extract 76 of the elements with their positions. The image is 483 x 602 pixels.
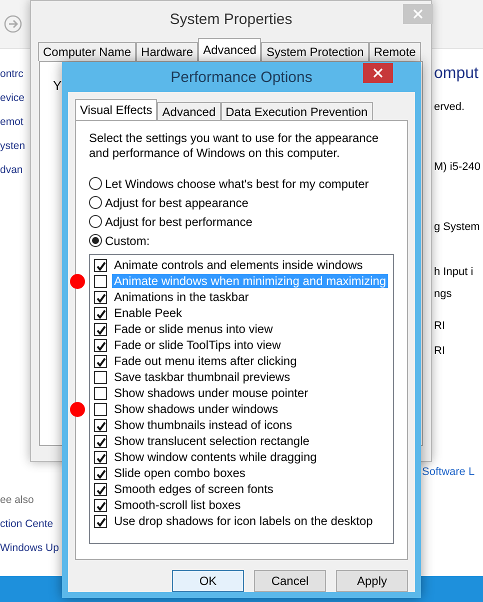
sidebar-link[interactable]: ysten	[0, 137, 26, 155]
effect-label[interactable]: Show thumbnails instead of icons	[112, 418, 294, 432]
radio-label[interactable]: Adjust for best performance	[105, 214, 252, 228]
checkbox[interactable]	[94, 290, 107, 304]
effect-label[interactable]: Show shadows under mouse pointer	[112, 386, 310, 400]
dialog-title: Performance Options	[170, 68, 312, 86]
info-text: h Input i	[434, 266, 474, 278]
description-text: Select the settings you want to use for the appearance and performance of Windows on this computer.	[89, 131, 380, 161]
checkbox[interactable]	[94, 450, 107, 464]
sidebar-link[interactable]: emot	[0, 113, 24, 131]
info-text: g System	[434, 221, 480, 233]
dialog-button[interactable]: OK	[172, 570, 244, 592]
see-also-link[interactable]: ction Cente	[0, 515, 54, 533]
effect-label[interactable]: Smooth-scroll list boxes	[112, 498, 243, 512]
checkbox[interactable]	[94, 306, 107, 320]
page-heading: omput	[434, 65, 478, 83]
close-button[interactable]	[363, 63, 393, 83]
close-icon	[413, 9, 423, 19]
info-text: ngs	[434, 288, 452, 300]
tab[interactable]: Data Execution Prevention	[220, 102, 373, 120]
radio-button[interactable]	[89, 215, 102, 228]
checkbox[interactable]	[94, 322, 107, 336]
see-also-link[interactable]: Windows Up	[0, 539, 59, 557]
radio-label[interactable]: Let Windows choose what's best for my computer	[105, 176, 369, 190]
effect-label[interactable]: Enable Peek	[112, 306, 184, 320]
info-text: RI	[434, 345, 445, 357]
tab[interactable]: Computer Name	[38, 42, 136, 61]
tab[interactable]: Hardware	[136, 42, 198, 61]
checkbox[interactable]	[94, 386, 107, 400]
effect-label[interactable]: Smooth edges of screen fonts	[112, 482, 276, 496]
tab[interactable]: Visual Effects	[75, 99, 158, 120]
checkbox[interactable]	[94, 274, 107, 288]
effect-label[interactable]: Show shadows under windows	[112, 402, 280, 416]
dialog-button[interactable]: Apply	[336, 570, 408, 592]
effect-label[interactable]: Use drop shadows for icon labels on the desktop	[112, 514, 375, 528]
tab[interactable]: Advanced	[198, 38, 262, 61]
effect-label[interactable]: Show window contents while dragging	[112, 450, 319, 464]
effect-label[interactable]: Fade out menu items after clicking	[112, 354, 299, 368]
effect-label[interactable]: Animate controls and elements inside windows	[112, 258, 365, 272]
checkbox[interactable]	[94, 338, 107, 352]
effect-label[interactable]: Save taskbar thumbnail previews	[112, 370, 292, 384]
radio-button[interactable]	[89, 196, 102, 209]
checkbox[interactable]	[94, 402, 107, 416]
effect-label[interactable]: Slide open combo boxes	[112, 466, 248, 480]
info-text: RI	[434, 320, 445, 332]
effect-label[interactable]: Fade or slide ToolTips into view	[112, 338, 283, 352]
radio-button[interactable]	[89, 234, 102, 247]
effect-label[interactable]: Animations in the taskbar	[112, 290, 251, 304]
checkbox[interactable]	[94, 354, 107, 368]
checkbox[interactable]	[94, 498, 107, 512]
panel-text: Y	[53, 78, 62, 93]
dialog-button[interactable]: Cancel	[254, 570, 326, 592]
checkbox[interactable]	[94, 466, 107, 480]
info-text: erved.	[434, 101, 465, 113]
info-text: M) i5-240	[434, 161, 480, 173]
see-also-heading: ee also	[0, 493, 34, 508]
radio-button[interactable]	[89, 177, 102, 190]
close-icon	[373, 68, 383, 78]
checkbox[interactable]	[94, 418, 107, 432]
tab[interactable]: System Protection	[261, 42, 369, 61]
checkbox[interactable]	[94, 258, 107, 272]
tab[interactable]: Advanced	[157, 102, 221, 120]
sidebar-link[interactable]: dvan	[0, 161, 23, 179]
effect-label[interactable]: Show translucent selection rectangle	[112, 434, 312, 448]
radio-label[interactable]: Custom:	[105, 234, 150, 248]
sidebar-link[interactable]: evice	[0, 89, 25, 107]
checkbox[interactable]	[94, 482, 107, 496]
license-link[interactable]: Software L	[422, 466, 475, 478]
radio-label[interactable]: Adjust for best appearance	[105, 196, 248, 210]
checkbox[interactable]	[94, 434, 107, 448]
checkbox[interactable]	[94, 370, 107, 384]
window-title: System Properties	[170, 10, 292, 28]
sidebar-link[interactable]: ontrc	[0, 65, 24, 83]
tab[interactable]: Remote	[368, 42, 421, 61]
checkbox[interactable]	[94, 514, 107, 528]
effect-label[interactable]: Fade or slide menus into view	[112, 322, 275, 336]
